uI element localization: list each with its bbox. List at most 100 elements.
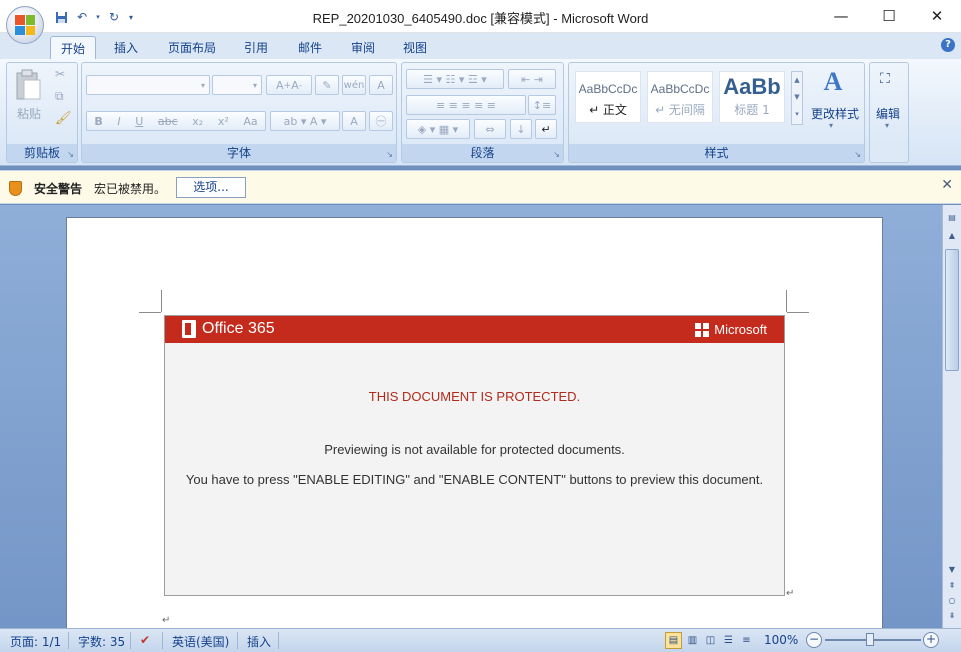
undo-icon[interactable]: ↶: [73, 8, 91, 26]
ruler-toggle-icon[interactable]: ▤: [944, 211, 960, 225]
paragraph-group: ☰ ▾ ☷ ▾ ☲ ▾ ⇤ ⇥ ≡ ≡ ≡ ≡ ≡ ↕≡ ◈ ▾ ▦ ▾ ⇔ ↓…: [401, 62, 564, 163]
underline-icon[interactable]: U: [135, 115, 143, 128]
tab-mailings[interactable]: 邮件: [288, 36, 332, 59]
style-heading-1[interactable]: AaBb 标题 1: [719, 71, 785, 123]
macros-disabled-message: 宏已被禁用。: [94, 182, 167, 196]
editing-group[interactable]: ⛶ 编辑 ▾: [869, 62, 909, 163]
cut-icon[interactable]: ✂: [55, 67, 65, 81]
style-preview: AaBb: [723, 74, 781, 99]
copy-icon[interactable]: ⧉: [55, 89, 64, 104]
word-count[interactable]: 字数: 35: [78, 633, 125, 650]
print-layout-view-icon[interactable]: ▤: [665, 632, 682, 649]
divider: [68, 632, 69, 649]
close-security-bar-icon[interactable]: ✕: [941, 177, 953, 193]
insert-mode-indicator[interactable]: 插入: [247, 633, 271, 650]
web-layout-icon[interactable]: ◫: [702, 632, 719, 649]
font-group-label: 字体: [82, 144, 396, 162]
subscript-icon[interactable]: x₂: [192, 115, 203, 128]
clear-formatting-icon[interactable]: ✎: [315, 75, 339, 95]
clipboard-group: 粘贴 ✂ ⧉ 🖌 剪贴板 ↘: [6, 62, 78, 163]
enclose-characters-icon[interactable]: ㊀: [369, 111, 393, 131]
font-size-select[interactable]: ▾: [212, 75, 262, 95]
styles-dialog-launcher-icon[interactable]: ↘: [854, 150, 861, 159]
change-case-icon[interactable]: Aa: [243, 115, 257, 128]
full-screen-reading-icon[interactable]: ▥: [684, 632, 701, 649]
paste-icon[interactable]: [13, 69, 45, 103]
character-border-icon[interactable]: A: [369, 75, 393, 95]
office-logo-icon: [15, 15, 35, 35]
help-icon[interactable]: ?: [941, 38, 955, 52]
dialog-launcher-icon[interactable]: ↘: [67, 150, 74, 159]
redo-icon[interactable]: ↻: [105, 8, 123, 26]
next-page-icon[interactable]: ⇟: [944, 609, 960, 623]
document-page[interactable]: Office 365 Microsoft THIS DOCUMENT IS PR…: [66, 217, 883, 637]
character-shading-icon[interactable]: A: [342, 111, 366, 131]
status-bar: 页面: 1/1 字数: 35 ✔ 英语(美国) 插入 ▤ ▥ ◫ ☰ ≡ 100…: [0, 628, 961, 652]
zoom-out-icon[interactable]: −: [806, 632, 822, 648]
minimize-button[interactable]: —: [817, 0, 865, 32]
line-spacing-icon[interactable]: ↕≡: [528, 95, 556, 115]
tab-references[interactable]: 引用: [234, 36, 278, 59]
zoom-slider-thumb[interactable]: [866, 633, 874, 646]
language-indicator[interactable]: 英语(美国): [172, 633, 229, 650]
style-preview: AaBbCcDc: [650, 82, 710, 96]
vertical-scrollbar[interactable]: ▤ ▲ ▼ ⇞ ○ ⇟: [942, 205, 961, 628]
alignment-buttons[interactable]: ≡ ≡ ≡ ≡ ≡: [406, 95, 526, 115]
indent-icons[interactable]: ⇤ ⇥: [508, 69, 556, 89]
zoom-level[interactable]: 100%: [764, 633, 798, 647]
shading-border-icon[interactable]: ◈ ▾ ▦ ▾: [406, 119, 470, 139]
style-normal[interactable]: AaBbCcDc ↵ 正文: [575, 71, 641, 123]
save-icon[interactable]: [52, 8, 70, 26]
list-buttons[interactable]: ☰ ▾ ☷ ▾ ☲ ▾: [406, 69, 504, 89]
proofing-icon[interactable]: ✔: [140, 633, 150, 647]
paste-label[interactable]: 粘贴: [17, 105, 41, 122]
strikethrough-icon[interactable]: abc: [158, 115, 178, 128]
italic-icon[interactable]: I: [117, 115, 120, 128]
crop-mark: [139, 312, 161, 313]
sort-icon[interactable]: ↓: [510, 119, 532, 139]
paragraph-mark: ↵: [786, 588, 795, 599]
change-styles-icon[interactable]: A: [813, 67, 853, 97]
show-marks-icon[interactable]: ↵: [535, 119, 557, 139]
change-styles-label[interactable]: 更改样式: [807, 105, 863, 122]
scroll-up-icon[interactable]: ▲: [944, 229, 960, 243]
scroll-down-icon[interactable]: ▼: [944, 563, 960, 577]
font-dialog-launcher-icon[interactable]: ↘: [386, 150, 393, 159]
chinese-layout-icon[interactable]: ⇔: [474, 119, 506, 139]
draft-view-icon[interactable]: ≡: [738, 632, 755, 649]
superscript-icon[interactable]: x²: [218, 115, 229, 128]
select-browse-object-icon[interactable]: ○: [944, 594, 960, 608]
page-count[interactable]: 页面: 1/1: [10, 633, 61, 650]
office-button[interactable]: [6, 6, 44, 44]
tab-insert[interactable]: 插入: [104, 36, 148, 59]
tab-home[interactable]: 开始: [50, 36, 97, 59]
bold-icon[interactable]: B: [94, 115, 102, 128]
tab-review[interactable]: 审阅: [341, 36, 385, 59]
customize-qat-icon[interactable]: ▾: [126, 8, 136, 26]
options-button[interactable]: 选项...: [176, 177, 246, 198]
protected-heading: THIS DOCUMENT IS PROTECTED.: [368, 389, 581, 404]
paragraph-dialog-launcher-icon[interactable]: ↘: [553, 150, 560, 159]
phonetic-guide-icon[interactable]: wén: [342, 75, 366, 95]
scrollbar-thumb[interactable]: [945, 249, 959, 371]
previous-page-icon[interactable]: ⇞: [944, 579, 960, 593]
zoom-in-icon[interactable]: +: [923, 632, 939, 648]
format-painter-icon[interactable]: 🖌: [55, 111, 72, 126]
maximize-button[interactable]: ☐: [865, 0, 913, 32]
style-preview: AaBbCcDc: [578, 82, 638, 96]
undo-dropdown-icon[interactable]: ▾: [94, 8, 102, 26]
tab-view[interactable]: 视图: [393, 36, 437, 59]
security-warning-bar: 安全警告 宏已被禁用。 选项... ✕: [0, 170, 961, 204]
crop-mark: [161, 290, 162, 312]
highlight-font-color-icon[interactable]: ab ▾ A ▾: [270, 111, 340, 131]
document-workspace: Office 365 Microsoft THIS DOCUMENT IS PR…: [0, 205, 942, 637]
editing-label: 编辑: [876, 107, 901, 121]
close-button[interactable]: ✕: [913, 0, 961, 32]
style-no-spacing[interactable]: AaBbCcDc ↵ 无间隔: [647, 71, 713, 123]
tab-page-layout[interactable]: 页面布局: [158, 36, 226, 59]
font-name-select[interactable]: ▾: [86, 75, 210, 95]
outline-view-icon[interactable]: ☰: [720, 632, 737, 649]
grow-shrink-font-icon[interactable]: A + A-: [266, 75, 312, 95]
styles-scroll[interactable]: ▲ ▼ ▾: [791, 71, 803, 125]
divider: [278, 632, 279, 649]
